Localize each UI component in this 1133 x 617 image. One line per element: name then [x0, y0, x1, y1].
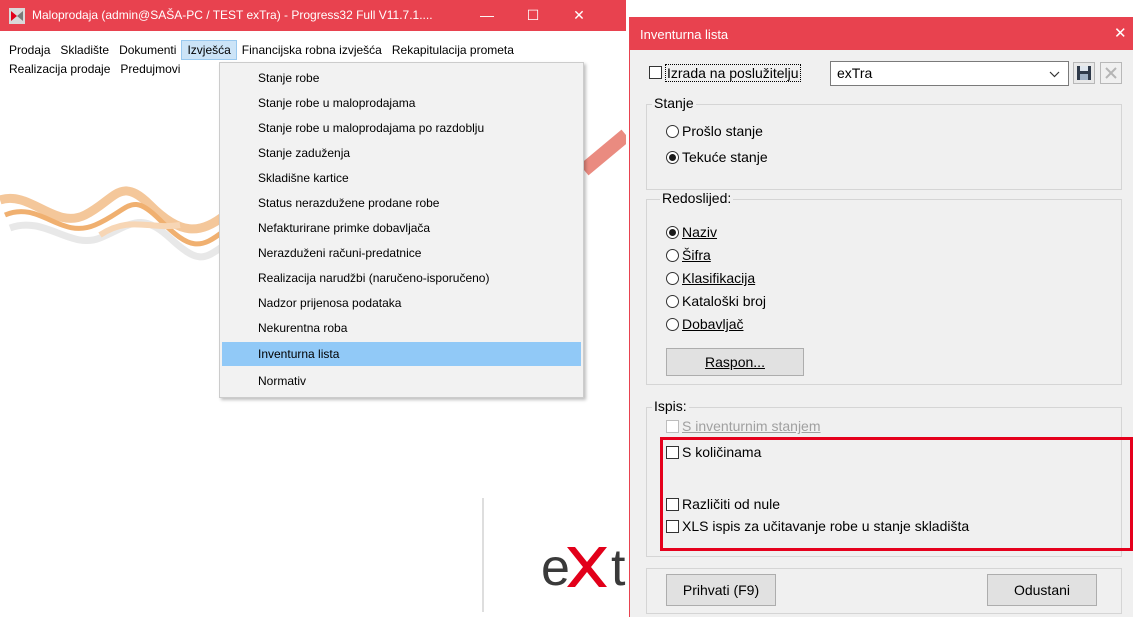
ispis-group-label: Ispis:	[652, 398, 689, 414]
menu-item-nadzor-prijenosa[interactable]: Nadzor prijenosa podataka	[222, 291, 581, 315]
radio-klasifikacija[interactable]	[666, 272, 679, 285]
radio-sifra[interactable]	[666, 249, 679, 262]
radio-tekuce-stanje[interactable]	[666, 151, 679, 164]
radio-kataloski-broj-label[interactable]: Kataloški broj	[682, 293, 766, 309]
menu-item-stanje-robe-po-razdoblju[interactable]: Stanje robe u maloprodajama po razdoblju	[222, 116, 581, 140]
logo-mark: e t	[541, 539, 626, 597]
dialog-title-bar: Inventurna lista ✕	[630, 17, 1133, 50]
radio-proslo-stanje[interactable]	[666, 125, 679, 138]
menu-item-nerazduzeni-racuni[interactable]: Nerazduženi računi-predatnice	[222, 241, 581, 265]
stanje-group-label: Stanje	[652, 95, 696, 111]
odustani-button-label: Odustani	[1013, 582, 1071, 598]
raspon-button[interactable]: Raspon...	[666, 348, 804, 376]
server-checkbox-label[interactable]: Izrada na poslužitelju	[665, 64, 801, 82]
menu-item-status-nerazduzene-robe[interactable]: Status nerazdužene prodane robe	[222, 191, 581, 215]
menu-item-normativ[interactable]: Normativ	[222, 369, 581, 393]
prihvati-button-label: Prihvati (F9)	[682, 582, 760, 598]
dialog-close-icon[interactable]: ✕	[1114, 24, 1127, 42]
annotation-highlight-box	[660, 437, 1133, 551]
menu-item-inventurna-lista[interactable]: Inventurna lista	[222, 342, 581, 366]
menu-item-stanje-robe[interactable]: Stanje robe	[222, 66, 581, 90]
izvjesca-dropdown-menu: Stanje robe Stanje robe u maloprodajama …	[219, 62, 584, 398]
extra-logo: e t	[483, 495, 626, 600]
save-icon[interactable]	[1073, 62, 1095, 84]
radio-klasifikacija-label[interactable]: Klasifikacija	[682, 270, 755, 286]
radio-tekuce-stanje-label[interactable]: Tekuće stanje	[682, 149, 768, 165]
delete-icon[interactable]	[1100, 62, 1122, 84]
menu-item-nekurentna-roba[interactable]: Nekurentna roba	[222, 316, 581, 340]
server-combo-value: exTra	[837, 65, 873, 81]
menu-item-nefakturirane-primke[interactable]: Nefakturirane primke dobavljača	[222, 216, 581, 240]
radio-dobavljac[interactable]	[666, 318, 679, 331]
checkbox-s-inventurnim-stanjem	[666, 420, 679, 433]
chevron-down-icon	[1049, 71, 1060, 78]
raspon-button-label: Raspon...	[705, 354, 765, 370]
prihvati-button[interactable]: Prihvati (F9)	[666, 574, 776, 606]
odustani-button[interactable]: Odustani	[987, 574, 1097, 606]
radio-katalogki-broj[interactable]	[666, 295, 679, 308]
menu-item-skladisne-kartice[interactable]: Skladišne kartice	[222, 166, 581, 190]
server-checkbox[interactable]	[649, 66, 662, 79]
server-combo[interactable]: exTra	[830, 61, 1069, 86]
svg-text:e: e	[541, 539, 570, 595]
radio-naziv-label[interactable]: Naziv	[682, 224, 717, 240]
menu-item-stanje-zaduzenja[interactable]: Stanje zaduženja	[222, 141, 581, 165]
svg-text:t: t	[611, 539, 626, 595]
radio-sifra-label[interactable]: Šifra	[682, 247, 711, 263]
radio-proslo-stanje-label[interactable]: Prošlo stanje	[682, 123, 763, 139]
radio-dobavljac-label[interactable]: Dobavljač	[682, 316, 743, 332]
main-window: Maloprodaja (admin@SAŠA-PC / TEST exTra)…	[0, 0, 626, 617]
dialog-title: Inventurna lista	[640, 27, 729, 42]
menu-item-stanje-robe-u-maloprodajama[interactable]: Stanje robe u maloprodajama	[222, 91, 581, 115]
radio-naziv[interactable]	[666, 226, 679, 239]
stanje-group	[646, 104, 1122, 190]
redoslijed-group-label: Redoslijed:	[660, 190, 734, 206]
checkbox-s-inventurnim-stanjem-label: S inventurnim stanjem	[682, 418, 821, 434]
menu-item-realizacija-narudzbi[interactable]: Realizacija narudžbi (naručeno-isporučen…	[222, 266, 581, 290]
